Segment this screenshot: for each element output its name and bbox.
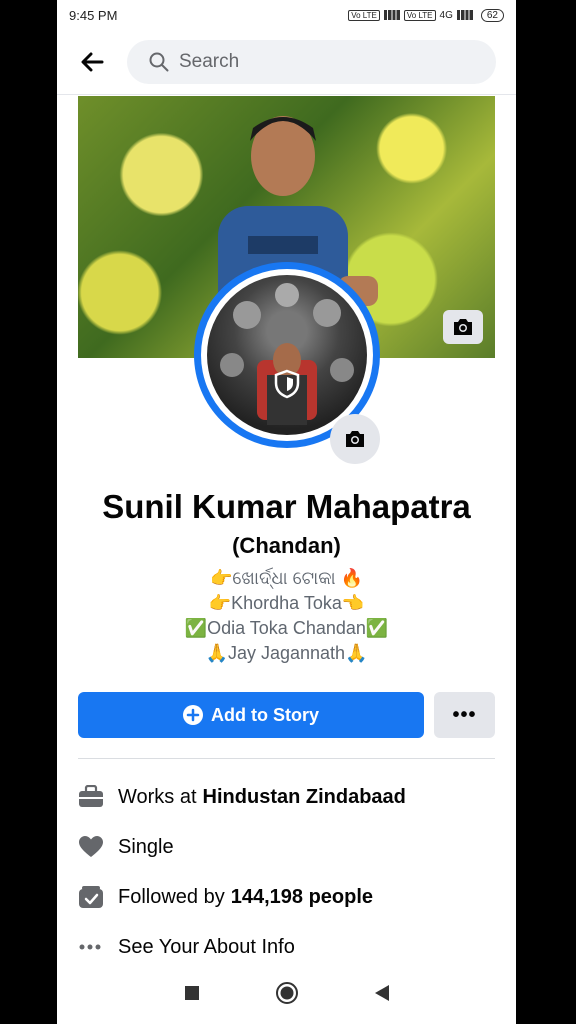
bio-line: ✅Odia Toka Chandan✅ xyxy=(184,618,389,638)
briefcase-icon xyxy=(78,785,118,809)
camera-icon xyxy=(346,431,364,447)
edit-cover-button[interactable] xyxy=(443,310,483,344)
work-place[interactable]: Hindustan Zindabaad xyxy=(203,786,406,809)
camera-icon xyxy=(454,319,472,335)
back-nav-icon[interactable] xyxy=(374,984,390,1002)
profile-bio: 👉ଖୋର୍ଦ୍ଧା ଟୋକା 🔥 👉Khordha Toka👈 ✅Odia To… xyxy=(57,566,516,666)
intro-section: Works at Hindustan Zindabaad Single Foll… xyxy=(78,772,495,972)
battery-level: 62 xyxy=(480,8,504,22)
status-time: 9:45 PM xyxy=(69,7,118,23)
phone-screen: 9:45 PM Vo LTE Vo LTE 4G 62 Search Sunil… xyxy=(57,0,516,1024)
bio-line: 👉ଖୋର୍ଦ୍ଧା ଟୋକା 🔥 xyxy=(209,568,364,588)
network-type: 4G xyxy=(439,9,453,21)
profile-guard-shield-icon xyxy=(274,369,300,399)
more-dots-icon xyxy=(78,943,118,951)
followers-icon xyxy=(78,885,118,909)
back-arrow-icon xyxy=(81,52,104,72)
avatar-art xyxy=(220,283,354,425)
more-options-button[interactable]: ••• xyxy=(434,692,495,738)
profile-actions: Add to Story ••• xyxy=(78,692,495,738)
profile-name: Sunil Kumar Mahapatra xyxy=(102,488,471,525)
followed-prefix: Followed by xyxy=(118,885,225,908)
work-info: Works at Hindustan Zindabaad xyxy=(78,772,495,822)
status-bar: 9:45 PM Vo LTE Vo LTE 4G 62 xyxy=(57,0,516,30)
edit-profile-picture-button[interactable] xyxy=(330,414,380,464)
plus-circle-icon xyxy=(183,705,203,725)
relationship-info: Single xyxy=(78,822,495,872)
work-prefix: Works at xyxy=(118,785,197,808)
followers-count[interactable]: 144,198 people xyxy=(231,886,373,909)
volte-badge: Vo LTE xyxy=(348,9,380,21)
bio-line: 👉Khordha Toka👈 xyxy=(208,593,365,613)
divider xyxy=(78,758,495,759)
back-button[interactable] xyxy=(57,52,127,72)
top-bar: Search xyxy=(57,30,516,95)
profile-nickname: (Chandan) xyxy=(232,533,341,558)
volte-badge-2: Vo LTE xyxy=(403,9,436,21)
followers-info: Followed by 144,198 people xyxy=(78,872,495,922)
search-placeholder: Search xyxy=(179,51,240,72)
relationship-status: Single xyxy=(118,835,174,858)
avatar-image xyxy=(207,275,367,435)
recent-apps-icon[interactable] xyxy=(184,985,200,1001)
bio-line: 🙏Jay Jagannath🙏 xyxy=(205,643,368,663)
search-icon xyxy=(149,52,169,72)
home-icon[interactable] xyxy=(275,981,299,1005)
see-about-label: See Your About Info xyxy=(118,935,295,958)
signal-icon xyxy=(383,10,400,20)
heart-icon xyxy=(78,835,118,859)
status-icons: Vo LTE Vo LTE 4G 62 xyxy=(348,8,504,22)
more-dots-icon: ••• xyxy=(452,703,477,726)
add-to-story-button[interactable]: Add to Story xyxy=(78,692,424,738)
android-nav-bar xyxy=(57,962,516,1024)
search-input[interactable]: Search xyxy=(127,40,496,84)
add-to-story-label: Add to Story xyxy=(211,704,319,725)
signal-icon-2 xyxy=(456,10,473,20)
